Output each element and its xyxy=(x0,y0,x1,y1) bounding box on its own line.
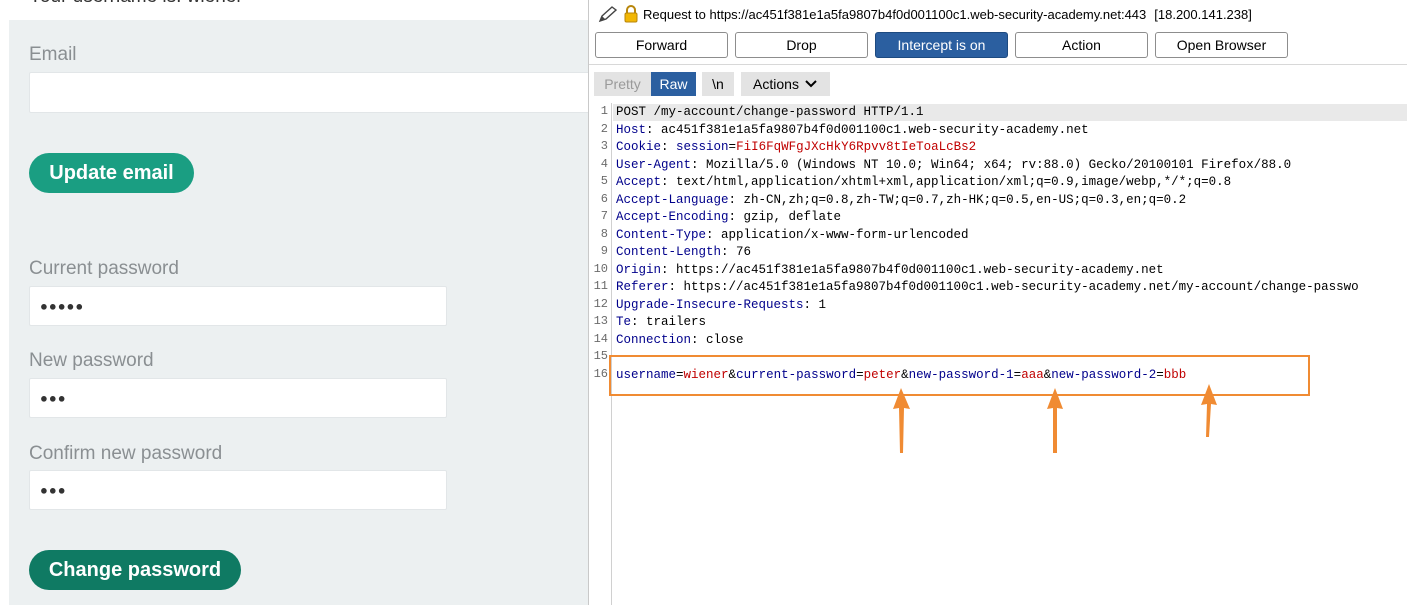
new-password-label: New password xyxy=(29,350,154,371)
header-name: Cookie xyxy=(616,140,662,154)
toolbar-divider xyxy=(589,64,1407,65)
request-line: Accept-Language: zh-CN,zh;q=0.8,zh-TW;q=… xyxy=(616,192,1186,209)
line-number: 2 xyxy=(600,121,608,136)
burp-proxy-panel: Request to https://ac451f381e1a5fa9807b4… xyxy=(588,0,1407,605)
request-line: Referer: https://ac451f381e1a5fa9807b4f0… xyxy=(616,279,1359,296)
request-line: Accept-Encoding: gzip, deflate xyxy=(616,209,841,226)
request-line: Upgrade-Insecure-Requests: 1 xyxy=(616,297,826,314)
line-number: 5 xyxy=(600,174,608,188)
header-value: : https://ac451f381e1a5fa9807b4f0d001100… xyxy=(661,262,1164,277)
confirm-password-mask: ●●● xyxy=(40,482,67,498)
header-value: : close xyxy=(691,332,744,347)
confirm-password-input[interactable]: ●●● xyxy=(29,470,447,510)
request-line: Content-Type: application/x-www-form-url… xyxy=(616,227,969,244)
line-number: 4 xyxy=(600,156,608,171)
actions-dropdown[interactable]: Actions xyxy=(741,72,830,96)
cookie-value: FiI6FqWFgJXcHkY6Rpvv8tIeToaLcBs2 xyxy=(736,140,977,154)
header-value: : Mozilla/5.0 (Windows NT 10.0; Win64; x… xyxy=(691,157,1292,172)
body-highlight-box xyxy=(609,355,1310,396)
request-header: Request to https://ac451f381e1a5fa9807b4… xyxy=(589,0,1407,28)
header-value: : zh-CN,zh;q=0.8,zh-TW;q=0.7,zh-HK;q=0.5… xyxy=(728,192,1187,207)
request-url: Request to https://ac451f381e1a5fa9807b4… xyxy=(643,6,1147,22)
line-number: 11 xyxy=(593,279,608,293)
drop-button[interactable]: Drop xyxy=(735,32,868,58)
username-heading: Your username is: wiener xyxy=(29,0,243,8)
cookie-equals: = xyxy=(728,140,737,154)
lock-icon xyxy=(624,5,638,23)
header-name: Content-Length xyxy=(616,245,722,259)
email-input[interactable] xyxy=(29,72,588,113)
arrow-up-icon xyxy=(893,388,910,453)
line-number: 14 xyxy=(593,331,608,346)
header-value: : xyxy=(661,140,677,154)
header-name: Origin xyxy=(616,262,662,277)
line-number: 16 xyxy=(593,366,608,381)
header-name: Host xyxy=(616,122,647,137)
header-value: : text/html,application/xhtml+xml,applic… xyxy=(661,175,1232,189)
request-line: Content-Length: 76 xyxy=(616,244,751,261)
request-line: Host: ac451f381e1a5fa9807b4f0d001100c1.w… xyxy=(616,122,1089,139)
request-line: Accept: text/html,application/xhtml+xml,… xyxy=(616,174,1231,191)
open-browser-button[interactable]: Open Browser xyxy=(1155,32,1288,58)
update-email-button[interactable]: Update email xyxy=(29,153,194,193)
header-value: : gzip, deflate xyxy=(728,210,842,224)
line-number: 8 xyxy=(600,226,608,241)
request-line: Cookie: session=FiI6FqWFgJXcHkY6Rpvv8tIe… xyxy=(616,139,976,156)
request-line: Origin: https://ac451f381e1a5fa9807b4f0d… xyxy=(616,262,1164,279)
web-app-panel: Your username is: wiener Email Update em… xyxy=(0,0,588,605)
header-name: Accept-Language xyxy=(616,192,729,207)
line-number: 12 xyxy=(593,296,608,311)
line-number: 6 xyxy=(600,191,608,206)
raw-request-editor[interactable]: 1 2 3 4 5 6 7 8 9 10 11 12 13 14 15 16 POST /my-account… xyxy=(589,103,1407,605)
header-name: User-Agent xyxy=(616,157,692,172)
header-name: Content-Type xyxy=(616,227,707,242)
header-value: : https://ac451f381e1a5fa9807b4f0d001100… xyxy=(668,280,1359,294)
header-name: Accept xyxy=(616,175,662,189)
new-password-mask: ●●● xyxy=(40,390,67,406)
header-value: POST /my-account/change-password HTTP/1.… xyxy=(616,105,924,119)
actions-label: Actions xyxy=(753,76,799,92)
current-password-input[interactable]: ●●●●● xyxy=(29,286,447,326)
request-line: Te: trailers xyxy=(616,314,706,331)
header-value: : application/x-www-form-urlencoded xyxy=(706,227,969,242)
request-line: Connection: close xyxy=(616,332,744,349)
chevron-down-icon xyxy=(805,80,817,88)
request-ip: [18.200.141.238] xyxy=(1154,6,1252,22)
line-number: 9 xyxy=(600,244,608,258)
current-password-mask: ●●●●● xyxy=(40,298,85,314)
pencil-icon[interactable] xyxy=(597,5,619,23)
line-number: 1 xyxy=(600,104,608,118)
intercept-toggle-button[interactable]: Intercept is on xyxy=(875,32,1008,58)
tab-newline[interactable]: \n xyxy=(702,72,734,96)
request-line: POST /my-account/change-password HTTP/1.… xyxy=(616,104,924,121)
line-number-gutter: 1 2 3 4 5 6 7 8 9 10 11 12 13 14 15 16 xyxy=(589,103,612,605)
header-name: Upgrade-Insecure-Requests xyxy=(616,297,804,312)
forward-button[interactable]: Forward xyxy=(595,32,728,58)
tab-pretty[interactable]: Pretty xyxy=(594,72,651,96)
action-button[interactable]: Action xyxy=(1015,32,1148,58)
confirm-password-label: Confirm new password xyxy=(29,443,223,464)
new-password-input[interactable]: ●●● xyxy=(29,378,447,418)
line-number: 10 xyxy=(593,261,608,276)
email-label: Email xyxy=(29,44,77,65)
header-name: Accept-Encoding xyxy=(616,210,729,224)
line-number: 13 xyxy=(593,314,608,328)
arrow-up-icon xyxy=(1047,388,1063,453)
current-password-label: Current password xyxy=(29,258,179,279)
header-value: : ac451f381e1a5fa9807b4f0d001100c1.web-s… xyxy=(646,122,1089,137)
line-number: 3 xyxy=(600,139,608,153)
tab-raw[interactable]: Raw xyxy=(651,72,696,96)
header-name: Te xyxy=(616,315,632,329)
header-value: : 1 xyxy=(803,297,827,312)
header-value: : 76 xyxy=(721,245,752,259)
line-number: 15 xyxy=(593,349,608,363)
cookie-name: session xyxy=(676,140,729,154)
header-name: Connection xyxy=(616,332,692,347)
line-number: 7 xyxy=(600,209,608,223)
header-value: : trailers xyxy=(631,315,707,329)
change-password-button[interactable]: Change password xyxy=(29,550,241,590)
header-name: Referer xyxy=(616,280,669,294)
request-line: User-Agent: Mozilla/5.0 (Windows NT 10.0… xyxy=(616,157,1291,174)
